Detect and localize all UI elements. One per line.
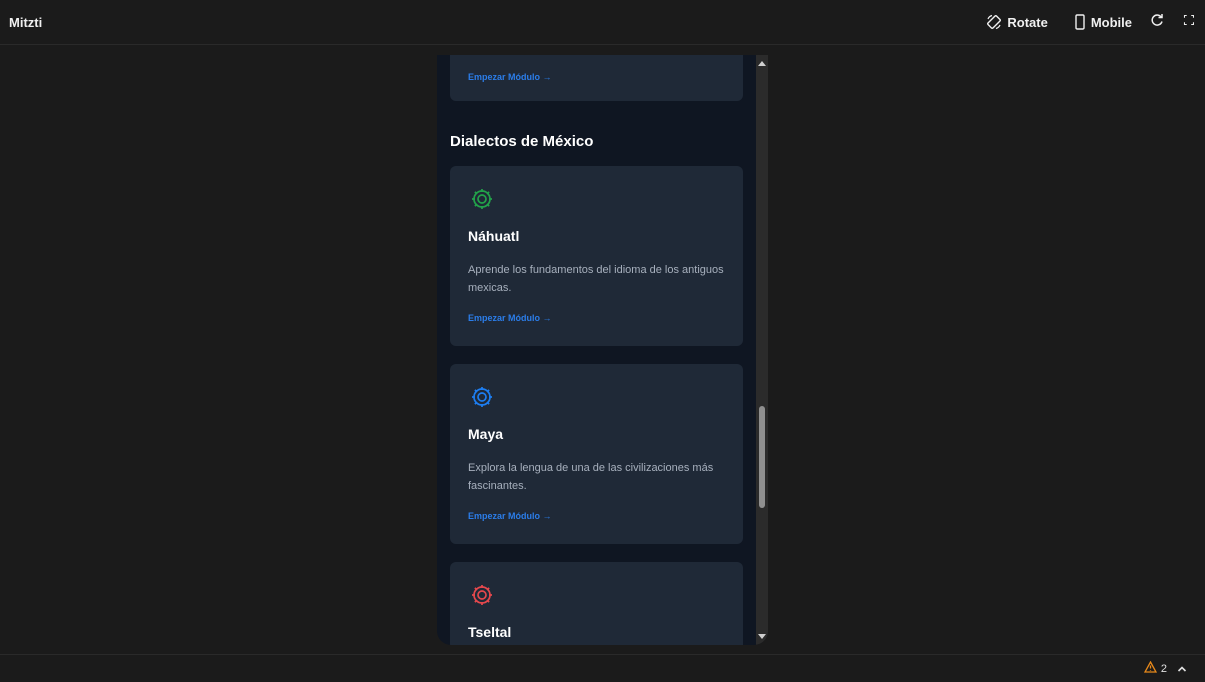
start-module-link[interactable]: Empezar Módulo → bbox=[468, 313, 552, 323]
gear-icon-svg bbox=[472, 387, 492, 407]
mobile-button[interactable]: Mobile bbox=[1074, 14, 1132, 30]
gear-icon bbox=[470, 187, 494, 216]
reload-button[interactable] bbox=[1150, 13, 1164, 32]
chevron-up-icon[interactable] bbox=[1177, 665, 1187, 673]
fullscreen-icon bbox=[1182, 13, 1196, 32]
card-description: Aprende los fundamentos del idioma de lo… bbox=[468, 264, 724, 294]
gear-icon-svg bbox=[472, 189, 492, 209]
section-title: Dialectos de México bbox=[450, 133, 594, 150]
warnings-indicator[interactable]: 2 bbox=[1143, 660, 1167, 676]
start-module-link[interactable]: Empezar Módulo → bbox=[468, 511, 552, 521]
mobile-label: Mobile bbox=[1090, 14, 1132, 30]
scrollbar-thumb[interactable] bbox=[759, 406, 765, 508]
scroll-down-arrow[interactable] bbox=[758, 634, 766, 639]
reload-icon bbox=[1150, 13, 1164, 32]
mobile-preview: Empezar Módulo → Dialectos de México Náh… bbox=[437, 55, 768, 645]
mobile-icon bbox=[1074, 14, 1086, 30]
module-card-tseltal: Tseltal bbox=[450, 562, 743, 645]
toolbar-actions: Rotate Mobile bbox=[960, 13, 1196, 32]
status-bar: 2 bbox=[0, 654, 1205, 682]
card-description: Explora la lengua de una de las civiliza… bbox=[468, 462, 714, 492]
rotate-icon bbox=[986, 14, 1002, 30]
gear-icon bbox=[470, 583, 494, 612]
preview-viewport[interactable]: Empezar Módulo → Dialectos de México Náh… bbox=[437, 55, 756, 645]
module-card-previous: Empezar Módulo → bbox=[450, 55, 743, 101]
gear-icon-svg bbox=[472, 585, 492, 605]
rotate-label: Rotate bbox=[1007, 14, 1048, 30]
card-title: Maya bbox=[468, 426, 504, 442]
app-title: Mitzti bbox=[9, 14, 43, 30]
gear-icon bbox=[470, 385, 494, 414]
warning-icon bbox=[1143, 660, 1157, 676]
scroll-up-arrow[interactable] bbox=[758, 61, 766, 66]
fullscreen-button[interactable] bbox=[1182, 13, 1196, 32]
module-card-maya: Maya Explora la lengua de una de las civ… bbox=[450, 364, 743, 544]
module-card-nahuatl: Náhuatl Aprende los fundamentos del idio… bbox=[450, 166, 743, 346]
top-bar: Mitzti Rotate Mobile bbox=[0, 0, 1205, 45]
rotate-button[interactable]: Rotate bbox=[986, 14, 1048, 30]
warning-count: 2 bbox=[1160, 662, 1167, 675]
start-module-link[interactable]: Empezar Módulo → bbox=[468, 72, 552, 82]
card-title: Náhuatl bbox=[468, 228, 520, 244]
vertical-scrollbar[interactable] bbox=[756, 55, 768, 645]
card-title: Tseltal bbox=[468, 624, 512, 640]
